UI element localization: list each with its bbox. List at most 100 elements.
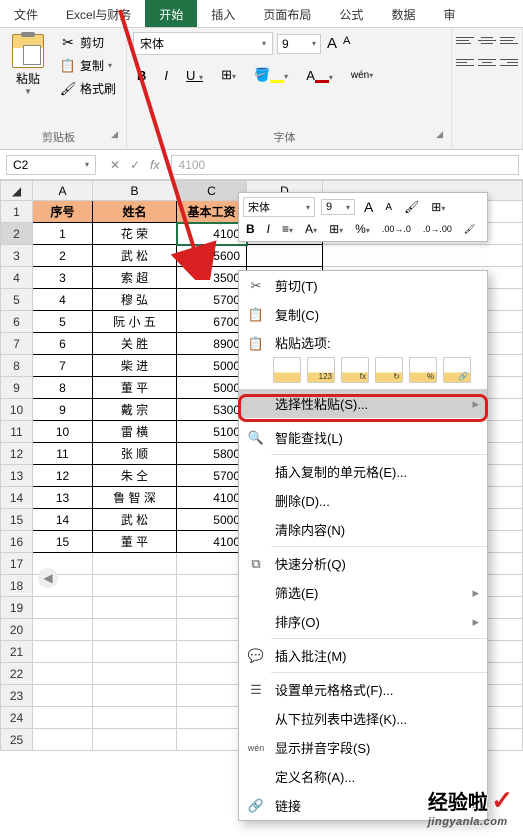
mini-size-select[interactable]: 9▾: [321, 199, 355, 215]
formula-input[interactable]: 4100: [171, 155, 519, 175]
underline-button[interactable]: U ▾: [182, 66, 207, 85]
mini-font-select[interactable]: 宋体▾: [243, 197, 315, 217]
mini-increase-font[interactable]: A: [361, 198, 376, 216]
ctx-paste-special[interactable]: 选择性粘贴(S)...▸: [239, 389, 487, 418]
header-cell[interactable]: 基本工资: [177, 201, 247, 223]
cell[interactable]: 关 胜: [93, 333, 177, 355]
mini-decrease-font[interactable]: A: [382, 201, 395, 214]
row-header-24[interactable]: 24: [1, 707, 33, 729]
cell[interactable]: 5000: [177, 355, 247, 377]
paste-opt-transpose[interactable]: [375, 357, 403, 383]
row-header-10[interactable]: 10: [1, 399, 33, 421]
row-header-1[interactable]: 1: [1, 201, 33, 223]
tab-0[interactable]: 文件: [0, 0, 52, 27]
row-header-22[interactable]: 22: [1, 663, 33, 685]
align-top-button[interactable]: [456, 32, 474, 48]
row-header-14[interactable]: 14: [1, 487, 33, 509]
cell[interactable]: 鲁 智 深: [93, 487, 177, 509]
cell[interactable]: 5800: [177, 443, 247, 465]
mini-btn-5[interactable]: %▾: [352, 221, 373, 237]
cell[interactable]: 6700: [177, 311, 247, 333]
ctx-insert-comment[interactable]: 💬插入批注(M): [239, 641, 487, 670]
row-header-12[interactable]: 12: [1, 443, 33, 465]
mini-extra-2[interactable]: 🖌: [461, 223, 478, 236]
tab-1[interactable]: Excel与财务: [52, 0, 145, 27]
ctx-insert-copied[interactable]: 插入复制的单元格(E)...: [239, 457, 487, 486]
cell[interactable]: 12: [33, 465, 93, 487]
row-header-8[interactable]: 8: [1, 355, 33, 377]
ctx-filter[interactable]: 筛选(E)▸: [239, 578, 487, 607]
tab-4[interactable]: 页面布局: [249, 0, 325, 27]
row-header-19[interactable]: 19: [1, 597, 33, 619]
row-header-21[interactable]: 21: [1, 641, 33, 663]
cell[interactable]: 9: [33, 399, 93, 421]
ctx-pick-from-list[interactable]: 从下拉列表中选择(K)...: [239, 704, 487, 733]
tab-7[interactable]: 审: [429, 0, 469, 27]
col-header-A[interactable]: A: [33, 181, 93, 201]
ctx-quick-analysis[interactable]: ⧉快速分析(Q): [239, 549, 487, 578]
cell[interactable]: 8: [33, 377, 93, 399]
cell[interactable]: 5100: [177, 421, 247, 443]
mini-btn-2[interactable]: ≡▾: [279, 221, 296, 237]
cell[interactable]: 7: [33, 355, 93, 377]
bold-button[interactable]: B: [133, 66, 150, 85]
cell[interactable]: 1: [33, 223, 93, 245]
cell[interactable]: 武 松: [93, 245, 177, 267]
cell[interactable]: 4100: [177, 223, 247, 245]
paste-opt-values[interactable]: [307, 357, 335, 383]
tab-2[interactable]: 开始: [145, 0, 197, 27]
insert-function-button[interactable]: fx: [150, 158, 159, 172]
cell[interactable]: 索 超: [93, 267, 177, 289]
cell[interactable]: 14: [33, 509, 93, 531]
row-header-13[interactable]: 13: [1, 465, 33, 487]
font-color-button[interactable]: A▾: [302, 66, 337, 85]
cell[interactable]: 5600: [177, 245, 247, 267]
mini-btn-0[interactable]: B: [243, 221, 258, 237]
cell[interactable]: 4100: [177, 531, 247, 553]
cell[interactable]: 5000: [177, 509, 247, 531]
font-size-select[interactable]: 9▾: [277, 34, 321, 54]
border-button[interactable]: ⊞▾: [217, 65, 240, 85]
paste-opt-formatting[interactable]: [409, 357, 437, 383]
confirm-edit-button[interactable]: ✓: [130, 158, 140, 172]
cell[interactable]: 花 荣: [93, 223, 177, 245]
increase-font-button[interactable]: A: [325, 33, 339, 54]
cell[interactable]: 5700: [177, 289, 247, 311]
cell[interactable]: 5700: [177, 465, 247, 487]
cell[interactable]: 10: [33, 421, 93, 443]
cell[interactable]: 4100: [177, 487, 247, 509]
row-header-7[interactable]: 7: [1, 333, 33, 355]
cell[interactable]: 阮 小 五: [93, 311, 177, 333]
header-cell[interactable]: 姓名: [93, 201, 177, 223]
align-center-button[interactable]: [478, 54, 496, 70]
row-header-2[interactable]: 2: [1, 223, 33, 245]
ctx-copy[interactable]: 📋复制(C): [239, 300, 487, 329]
row-header-6[interactable]: 6: [1, 311, 33, 333]
cancel-edit-button[interactable]: ✕: [110, 158, 120, 172]
align-left-button[interactable]: [456, 54, 474, 70]
cell[interactable]: 董 平: [93, 377, 177, 399]
cell[interactable]: 13: [33, 487, 93, 509]
cell[interactable]: 3500: [177, 267, 247, 289]
ctx-clear[interactable]: 清除内容(N): [239, 515, 487, 544]
paste-opt-all[interactable]: [273, 357, 301, 383]
dialog-launcher-icon[interactable]: ◢: [111, 129, 118, 140]
align-middle-button[interactable]: [478, 32, 496, 48]
cell[interactable]: 朱 仝: [93, 465, 177, 487]
select-all[interactable]: ◢: [1, 181, 33, 201]
cell[interactable]: 戴 宗: [93, 399, 177, 421]
row-header-9[interactable]: 9: [1, 377, 33, 399]
cell[interactable]: 5300: [177, 399, 247, 421]
align-right-button[interactable]: [500, 54, 518, 70]
tab-5[interactable]: 公式: [325, 0, 377, 27]
cell[interactable]: 6: [33, 333, 93, 355]
mini-merge[interactable]: ⊞▾: [428, 199, 448, 215]
cell[interactable]: 5000: [177, 377, 247, 399]
row-header-25[interactable]: 25: [1, 729, 33, 751]
ctx-smart-lookup[interactable]: 🔍智能查找(L): [239, 423, 487, 452]
row-header-11[interactable]: 11: [1, 421, 33, 443]
ctx-delete[interactable]: 删除(D)...: [239, 486, 487, 515]
cell[interactable]: 5: [33, 311, 93, 333]
scroll-left-button[interactable]: ◀: [38, 568, 58, 588]
row-header-18[interactable]: 18: [1, 575, 33, 597]
